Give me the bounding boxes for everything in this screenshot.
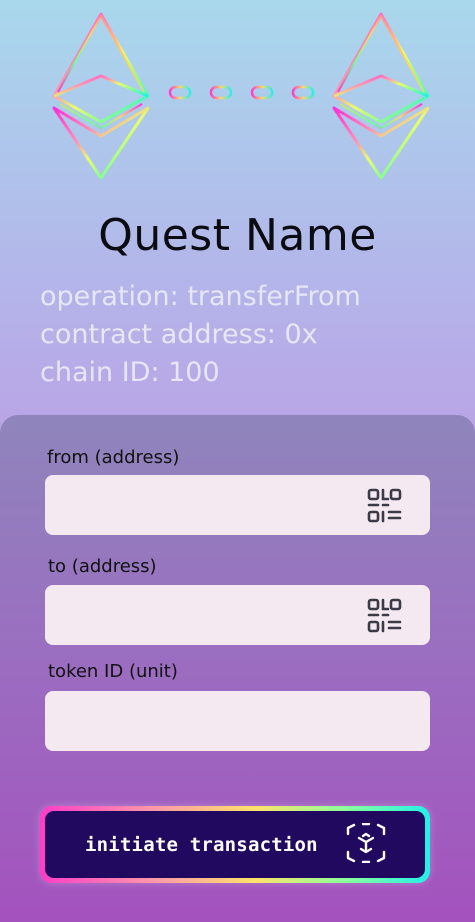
initiate-transaction-button[interactable]: initiate transaction	[40, 806, 430, 883]
chain-id-line: chain ID: 100	[40, 357, 220, 388]
ethereum-icon	[52, 12, 150, 180]
ethereum-icon	[332, 12, 430, 180]
contract-address-line: contract address: 0x	[40, 319, 318, 350]
token-id-field[interactable]	[45, 691, 430, 751]
hero-illustration	[52, 12, 430, 180]
quest-details: operation: transferFrom contract address…	[40, 278, 361, 392]
qr-code-icon[interactable]	[367, 598, 402, 633]
qr-code-icon[interactable]	[367, 488, 402, 523]
from-address-label: from (address)	[47, 447, 180, 468]
operation-line: operation: transferFrom	[40, 281, 361, 312]
chain-link-icon	[168, 85, 315, 100]
cube-scan-icon	[346, 823, 386, 863]
token-id-label: token ID (unit)	[48, 661, 178, 682]
initiate-transaction-label: initiate transaction	[85, 833, 318, 856]
to-address-label: to (address)	[48, 556, 157, 577]
quest-title: Quest Name	[98, 210, 377, 261]
